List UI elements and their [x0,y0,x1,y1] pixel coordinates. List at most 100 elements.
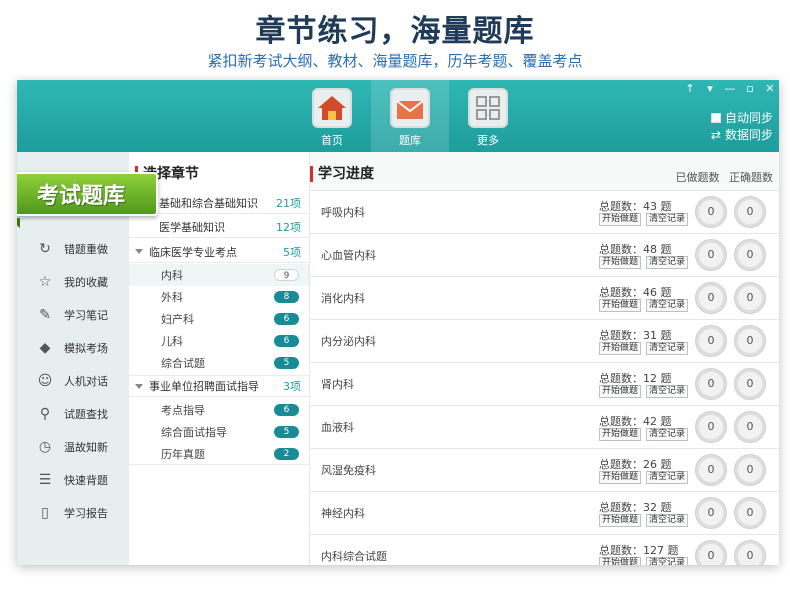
progress-panel: 学习进度 已做题数 正确题数 呼吸内科 总题数：43 题开始做题 清空记录 0 0 心血管… [310,152,779,565]
sidebar-item-quick-memorize[interactable]: ☰ 快速背题 [17,463,129,496]
list-icon: ☰ [38,471,52,488]
sidebar-item-label: 温故知新 [64,440,108,454]
promo-subtitle: 紧扣新考试大纲、教材、海量题库，历年考题、覆盖考点 [207,52,583,70]
maximize-icon[interactable]: ▫ [743,82,757,96]
auto-sync-toggle[interactable]: 自动同步 [710,109,773,126]
total-questions: 总题数：43 题 [599,200,672,213]
chapter-group-interview[interactable]: 事业单位招聘面试指导 3项 [129,375,309,397]
clear-record-button[interactable]: 清空记录 [646,342,689,355]
clear-record-button[interactable]: 清空记录 [646,256,689,269]
start-practice-button[interactable]: 开始做题 [599,385,642,398]
sidebar-item-redo[interactable]: ↻ 错题重做 [17,232,129,265]
total-questions: 总题数：42 题 [599,415,672,428]
total-questions: 总题数：127 题 [599,544,679,557]
clear-record-button[interactable]: 清空记录 [646,514,689,527]
chapter-item-interview[interactable]: 综合面试指导 5 [129,421,309,443]
clear-record-button[interactable]: 清空记录 [646,385,689,398]
nav-home-button[interactable]: 首页 [293,80,371,152]
chapter-item-label: 外科 [161,291,183,304]
pin-icon[interactable]: ↑ [683,82,697,96]
start-practice-button[interactable]: 开始做题 [599,299,642,312]
sidebar-item-search[interactable]: ⚲ 试题查找 [17,397,129,430]
app-window: 首页 题库 更多 ↑ ▾ — ▫ ✕ 自动同步 ⇄ 数据同步 ↻ 错题重做 ☆ … [17,80,779,565]
progress-row: 心血管内科 总题数：48 题开始做题 清空记录 0 0 [310,233,779,276]
chapter-item-pediatrics[interactable]: 儿科 6 [129,330,309,352]
chapter-item-surgery[interactable]: 外科 8 [129,286,309,308]
clear-record-button[interactable]: 清空记录 [646,557,689,565]
clear-record-button[interactable]: 清空记录 [646,471,689,484]
subject-name: 呼吸内科 [321,206,365,219]
minimize-icon[interactable]: — [723,82,737,96]
nav-more-label: 更多 [477,134,499,147]
clear-record-button[interactable]: 清空记录 [646,299,689,312]
badge-text: 考试题库 [36,184,125,209]
menu-down-icon[interactable]: ▾ [703,82,717,96]
collapse-triangle-icon [135,249,143,254]
chapter-group-count: 12项 [276,220,301,234]
total-questions: 总题数：26 题 [599,458,672,471]
start-practice-button[interactable]: 开始做题 [599,428,642,441]
clock-icon: ◷ [38,438,52,455]
correct-count-circle: 0 [734,196,766,228]
correct-count-circle: 0 [734,239,766,271]
progress-panel-title: 学习进度 [310,166,374,182]
clear-record-button[interactable]: 清空记录 [646,213,689,226]
sidebar-item-label: 学习报告 [64,506,108,520]
subject-name: 肾内科 [321,378,354,391]
sidebar-item-label: 错题重做 [64,242,108,256]
sidebar-item-mock-exam[interactable]: ◆ 模拟考场 [17,331,129,364]
chapter-item-count: 8 [274,291,299,303]
start-practice-button[interactable]: 开始做题 [599,514,642,527]
sidebar-item-label: 试题查找 [64,407,108,421]
chapter-item-label: 儿科 [161,335,183,348]
auto-sync-checkbox[interactable] [710,112,721,123]
chapter-item-obgyn[interactable]: 妇产科 6 [129,308,309,330]
chat-icon: ☺ [37,372,53,389]
chapter-item-internal[interactable]: 内科 9 [129,264,309,286]
chapter-item-count: 6 [274,404,299,416]
start-practice-button[interactable]: 开始做题 [599,256,642,269]
correct-count-circle: 0 [734,325,766,357]
chapter-item-label: 考点指导 [161,404,205,417]
chapter-group-count: 21项 [276,196,301,210]
done-count-circle: 0 [695,325,727,357]
progress-column-headers: 已做题数 正确题数 [676,169,774,185]
sync-icon: ⇄ [710,127,721,142]
total-questions: 总题数：48 题 [599,243,672,256]
sidebar-item-label: 我的收藏 [64,275,108,289]
correct-count-circle: 0 [734,454,766,486]
start-practice-button[interactable]: 开始做题 [599,471,642,484]
sidebar-item-notes[interactable]: ✎ 学习笔记 [17,298,129,331]
done-count-circle: 0 [695,239,727,271]
edit-icon: ✎ [39,306,51,323]
data-sync-button[interactable]: ⇄ 数据同步 [711,126,773,143]
start-practice-button[interactable]: 开始做题 [599,213,642,226]
chapter-group-clinical[interactable]: 临床医学专业考点 5项 [129,241,309,263]
subject-name: 神经内科 [321,507,365,520]
total-questions: 总题数：31 题 [599,329,672,342]
chapter-item-guidance[interactable]: 考点指导 6 [129,399,309,421]
start-practice-button[interactable]: 开始做题 [599,342,642,355]
correct-count-circle: 0 [734,282,766,314]
nav-bank-button[interactable]: 题库 [371,80,449,152]
nav-more-button[interactable]: 更多 [449,80,527,152]
auto-sync-label: 自动同步 [724,111,773,125]
progress-row: 血液科 总题数：42 题开始做题 清空记录 0 0 [310,405,779,448]
start-practice-button[interactable]: 开始做题 [599,557,642,565]
subject-name: 内科综合试题 [321,550,387,563]
close-icon[interactable]: ✕ [763,82,777,96]
done-count-circle: 0 [695,497,727,529]
sidebar-item-favorites[interactable]: ☆ 我的收藏 [17,265,129,298]
sidebar-item-report[interactable]: ▯ 学习报告 [17,496,129,529]
nav-bank-label: 题库 [399,134,421,147]
sidebar-item-dialogue[interactable]: ☺ 人机对话 [17,364,129,397]
promo-title: 章节练习，海量题库 [255,14,535,49]
exam-bank-badge: 考试题库 [17,172,162,228]
chapter-item-count: 9 [274,269,299,281]
nav-home-label: 首页 [321,134,343,147]
subject-name: 风湿免疫科 [321,464,376,477]
clear-record-button[interactable]: 清空记录 [646,428,689,441]
sidebar-item-review[interactable]: ◷ 温故知新 [17,430,129,463]
chapter-item-past-exams[interactable]: 历年真题 2 [129,443,309,465]
chapter-item-comprehensive[interactable]: 综合试题 5 [129,352,309,374]
